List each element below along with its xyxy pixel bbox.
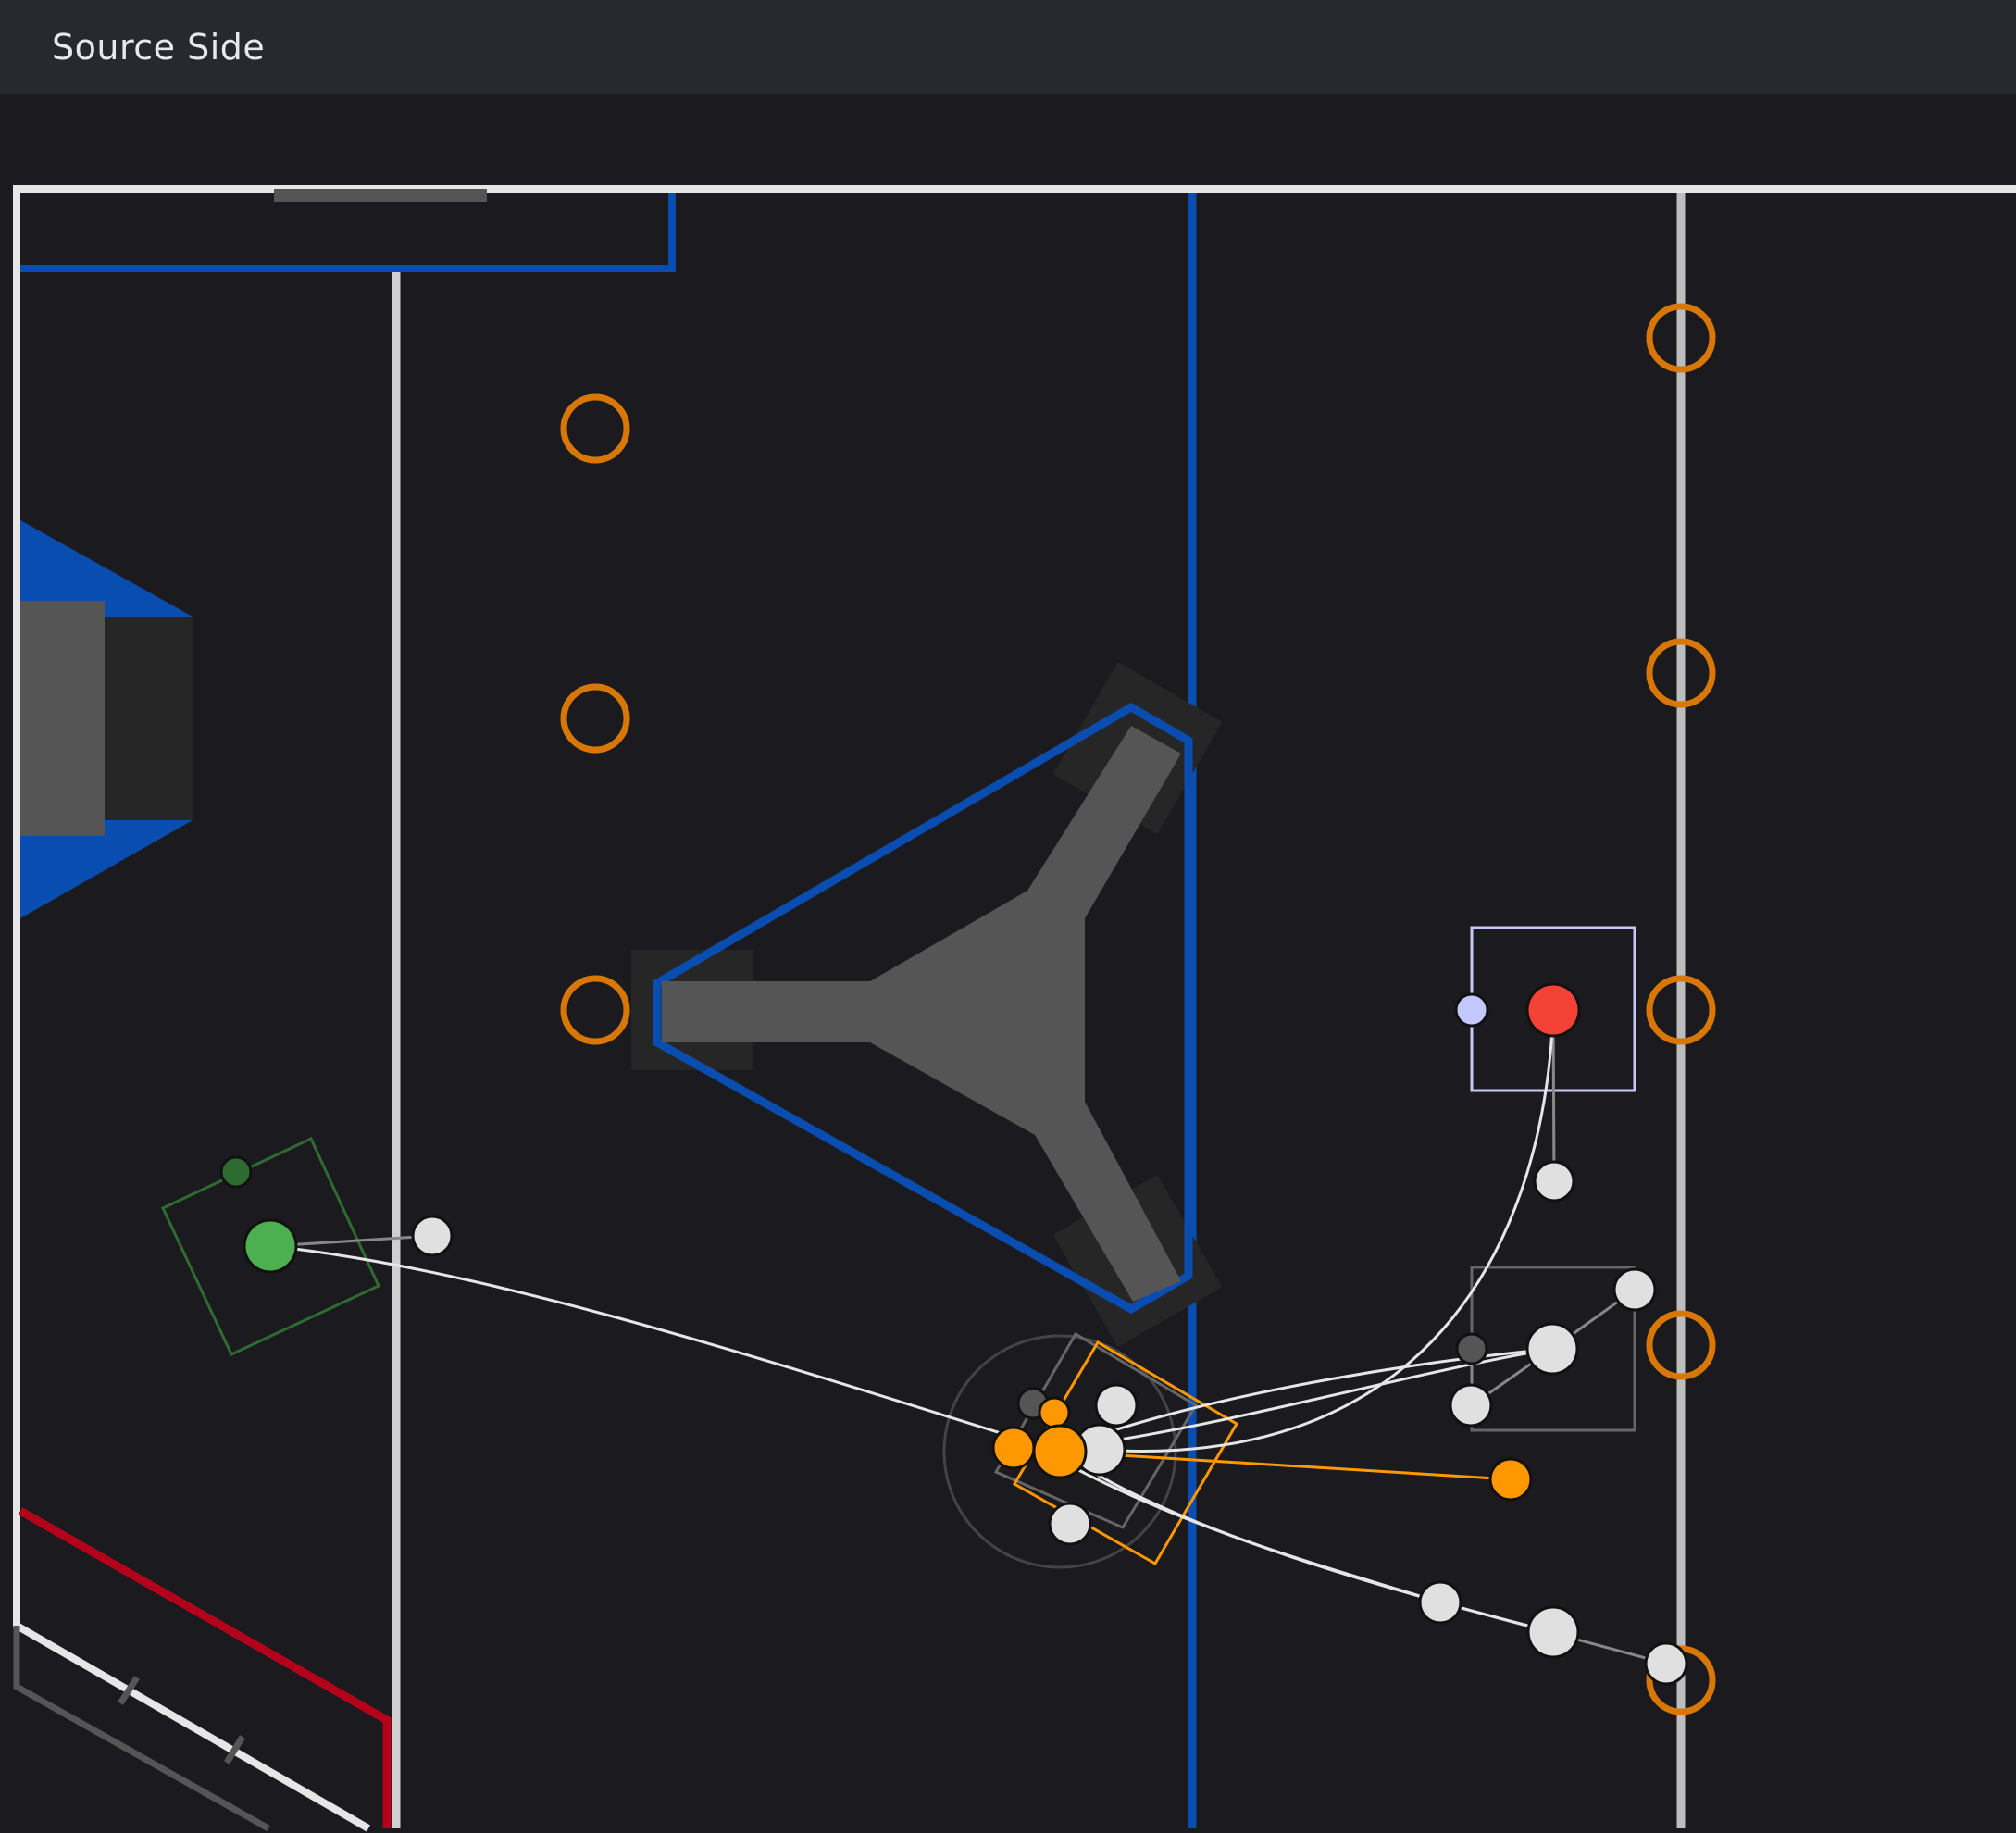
end-rotation-handle[interactable] [1454, 992, 1489, 1028]
path-line [1064, 1461, 1441, 1604]
start-rotation-handle[interactable] [219, 1155, 253, 1189]
note-ring [560, 975, 630, 1045]
waypoint-handle[interactable] [1094, 1383, 1139, 1428]
selected-control-handle[interactable] [991, 1426, 1036, 1470]
waypoint-handle[interactable] [1418, 1580, 1462, 1625]
speaker-shadow [102, 617, 193, 820]
page-title: Source Side [52, 26, 266, 68]
stage-structure [662, 726, 1181, 1302]
waypoint-handle[interactable] [1048, 1502, 1092, 1546]
note-ring [560, 683, 630, 754]
title-bar: Source Side [0, 0, 2016, 94]
selected-path-line [1059, 1450, 1512, 1481]
waypoint[interactable] [1525, 1322, 1579, 1376]
blue-zone-line [20, 193, 676, 272]
waypoint-handle[interactable] [411, 1215, 454, 1257]
waypoint-handle[interactable] [1612, 1267, 1657, 1312]
waypoint-handle[interactable] [1449, 1383, 1493, 1428]
end-robot-marker[interactable] [1525, 982, 1581, 1038]
selected-robot-marker[interactable] [1032, 1424, 1088, 1479]
path-lines [269, 1009, 1555, 1634]
waypoint-handle[interactable] [1533, 1160, 1575, 1203]
source-outline [13, 1626, 270, 1832]
field-canvas[interactable] [0, 94, 2016, 1833]
path-line [269, 1244, 1061, 1453]
note-ring [560, 393, 630, 464]
waypoint[interactable] [1526, 1605, 1580, 1659]
waypoint-handle[interactable] [1455, 1332, 1488, 1365]
waypoint-handle[interactable] [1644, 1641, 1688, 1686]
red-zone-line [18, 1507, 392, 1828]
start-robot-marker[interactable] [243, 1218, 298, 1274]
selected-rotation-handle[interactable] [1038, 1396, 1071, 1429]
amp-structure [274, 189, 487, 202]
selected-target-handle[interactable] [1488, 1457, 1533, 1502]
speaker-base [20, 601, 105, 836]
